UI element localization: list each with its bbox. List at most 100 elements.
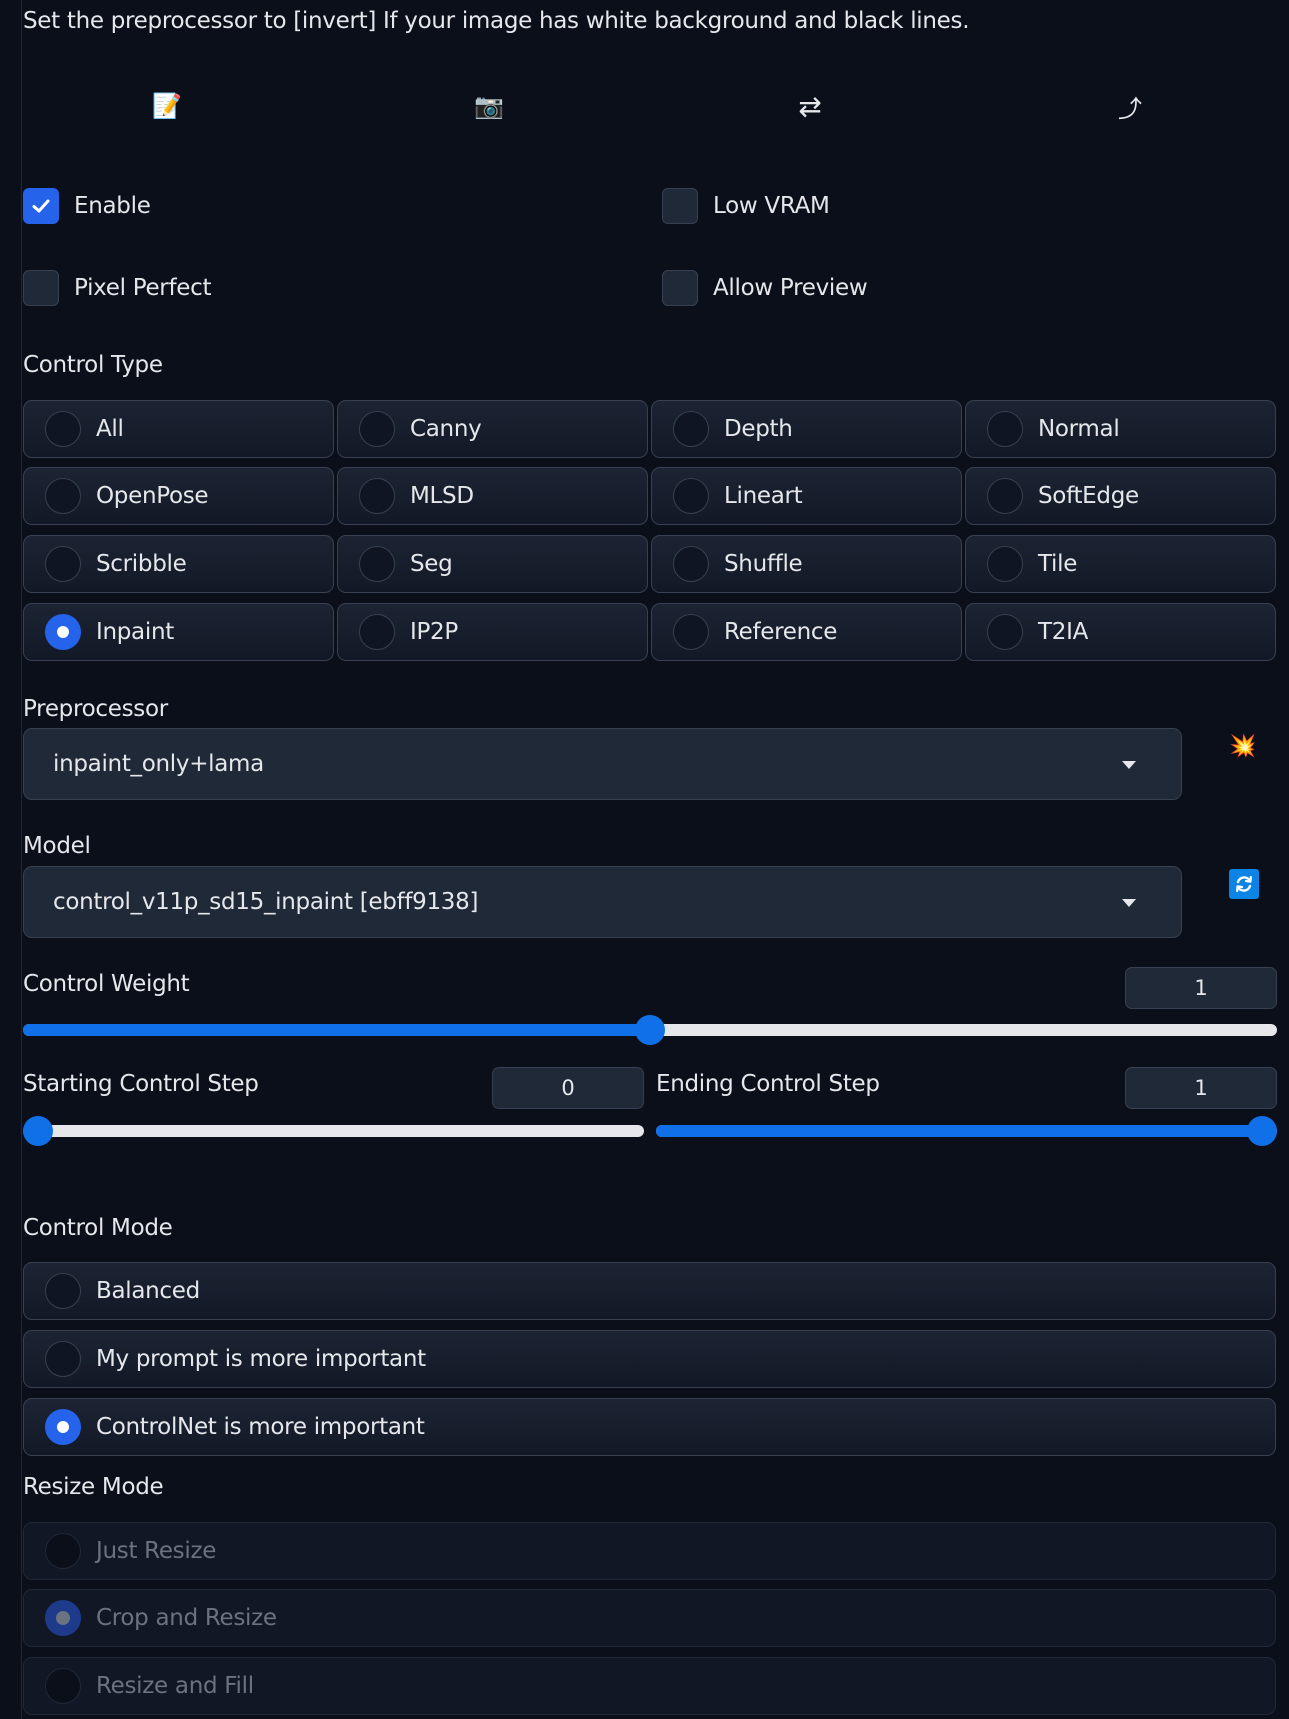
radio-dot (673, 411, 709, 447)
resize-mode-option-label: Just Resize (96, 1538, 217, 1564)
control-type-canny[interactable]: Canny (337, 400, 648, 458)
starting-step-input[interactable] (492, 1067, 644, 1109)
control-type-tile[interactable]: Tile (965, 535, 1276, 593)
radio-dot (987, 614, 1023, 650)
enable-label: Enable (74, 193, 151, 219)
radio-dot (359, 546, 395, 582)
radio-dot (673, 614, 709, 650)
low-vram-checkbox[interactable]: Low VRAM (662, 188, 830, 224)
control-weight-slider[interactable] (23, 1013, 1277, 1047)
control-weight-input[interactable] (1125, 967, 1277, 1009)
pixel-perfect-checkbox-box[interactable] (23, 270, 59, 306)
control-type-t2ia[interactable]: T2IA (965, 603, 1276, 661)
control-type-option-label: Tile (1038, 551, 1078, 577)
control-type-option-label: IP2P (410, 619, 458, 645)
model-dropdown[interactable]: control_v11p_sd15_inpaint [ebff9138] (23, 866, 1182, 938)
control-type-option-label: Canny (410, 416, 482, 442)
control-type-all[interactable]: All (23, 400, 334, 458)
control-type-depth[interactable]: Depth (651, 400, 962, 458)
hint-text: Set the preprocessor to [invert] If your… (23, 8, 970, 34)
radio-dot (359, 614, 395, 650)
control-mode-my-prompt[interactable]: My prompt is more important (23, 1330, 1276, 1388)
control-type-openpose[interactable]: OpenPose (23, 467, 334, 525)
control-type-option-label: Lineart (724, 483, 803, 509)
control-type-option-label: OpenPose (96, 483, 209, 509)
upload-arrow-icon: ⤴ (1118, 94, 1142, 123)
slider-fill (23, 1024, 650, 1036)
radio-dot (45, 478, 81, 514)
resize-mode-option-label: Resize and Fill (96, 1673, 254, 1699)
radio-dot (45, 1668, 81, 1704)
model-label: Model (23, 833, 91, 859)
radio-dot (45, 411, 81, 447)
control-type-ip2p[interactable]: IP2P (337, 603, 648, 661)
preprocessor-label: Preprocessor (23, 696, 168, 722)
enable-checkbox-box[interactable] (23, 188, 59, 224)
control-type-reference[interactable]: Reference (651, 603, 962, 661)
control-type-option-label: All (96, 416, 124, 442)
control-type-option-label: Reference (724, 619, 838, 645)
control-type-scribble[interactable]: Scribble (23, 535, 334, 593)
control-mode-balanced[interactable]: Balanced (23, 1262, 1276, 1320)
radio-dot (359, 478, 395, 514)
radio-dot (45, 1533, 81, 1569)
slider-thumb[interactable] (23, 1116, 53, 1146)
radio-dot (987, 411, 1023, 447)
upload-arrow-icon-button[interactable]: ⤴ (1110, 88, 1150, 124)
check-icon (32, 199, 50, 213)
radio-dot (359, 411, 395, 447)
pixel-perfect-checkbox[interactable]: Pixel Perfect (23, 270, 211, 306)
allow-preview-checkbox[interactable]: Allow Preview (662, 270, 868, 306)
allow-preview-checkbox-box[interactable] (662, 270, 698, 306)
camera-icon-button[interactable]: 📷 (469, 88, 509, 124)
refresh-icon (1236, 875, 1252, 893)
control-type-label: Control Type (23, 352, 163, 378)
control-type-option-label: T2IA (1038, 619, 1088, 645)
resize-mode-crop-and-resize: Crop and Resize (23, 1589, 1276, 1647)
control-mode-label: Control Mode (23, 1215, 173, 1241)
ending-step-slider[interactable] (656, 1114, 1277, 1148)
control-type-mlsd[interactable]: MLSD (337, 467, 648, 525)
resize-mode-resize-and-fill: Resize and Fill (23, 1657, 1276, 1715)
resize-mode-label: Resize Mode (23, 1474, 164, 1500)
radio-dot (987, 546, 1023, 582)
radio-dot-selected (45, 1409, 81, 1445)
swap-arrows-icon-button[interactable]: ⇄ (790, 88, 830, 124)
control-mode-option-label: ControlNet is more important (96, 1414, 425, 1440)
preprocessor-dropdown[interactable]: inpaint_only+lama (23, 728, 1182, 800)
control-type-inpaint[interactable]: Inpaint (23, 603, 334, 661)
starting-step-slider[interactable] (23, 1114, 644, 1148)
panel-left-border (21, 0, 22, 1719)
memo-icon-button[interactable]: 📝 (147, 88, 187, 124)
low-vram-checkbox-box[interactable] (662, 188, 698, 224)
slider-thumb[interactable] (1247, 1116, 1277, 1146)
control-type-softedge[interactable]: SoftEdge (965, 467, 1276, 525)
control-type-option-label: Normal (1038, 416, 1120, 442)
memo-icon: 📝 (152, 92, 182, 120)
control-type-shuffle[interactable]: Shuffle (651, 535, 962, 593)
control-type-option-label: SoftEdge (1038, 483, 1139, 509)
control-type-option-label: MLSD (410, 483, 474, 509)
radio-dot (45, 1273, 81, 1309)
control-type-normal[interactable]: Normal (965, 400, 1276, 458)
resize-mode-just-resize: Just Resize (23, 1522, 1276, 1580)
starting-step-label: Starting Control Step (23, 1071, 259, 1097)
control-mode-controlnet[interactable]: ControlNet is more important (23, 1398, 1276, 1456)
enable-checkbox[interactable]: Enable (23, 188, 151, 224)
refresh-models-button[interactable] (1229, 869, 1259, 899)
radio-dot (45, 546, 81, 582)
run-preprocessor-button[interactable]: 💥 (1228, 731, 1258, 761)
control-type-seg[interactable]: Seg (337, 535, 648, 593)
ending-step-label: Ending Control Step (656, 1071, 880, 1097)
chevron-down-icon (1122, 899, 1136, 907)
radio-dot-selected (45, 1600, 81, 1636)
resize-mode-option-label: Crop and Resize (96, 1605, 277, 1631)
chevron-down-icon (1122, 761, 1136, 769)
control-weight-label: Control Weight (23, 971, 190, 997)
control-type-lineart[interactable]: Lineart (651, 467, 962, 525)
radio-dot-selected (45, 614, 81, 650)
slider-thumb[interactable] (635, 1015, 665, 1045)
ending-step-input[interactable] (1125, 1067, 1277, 1109)
slider-fill (656, 1125, 1262, 1137)
camera-icon: 📷 (474, 92, 504, 120)
